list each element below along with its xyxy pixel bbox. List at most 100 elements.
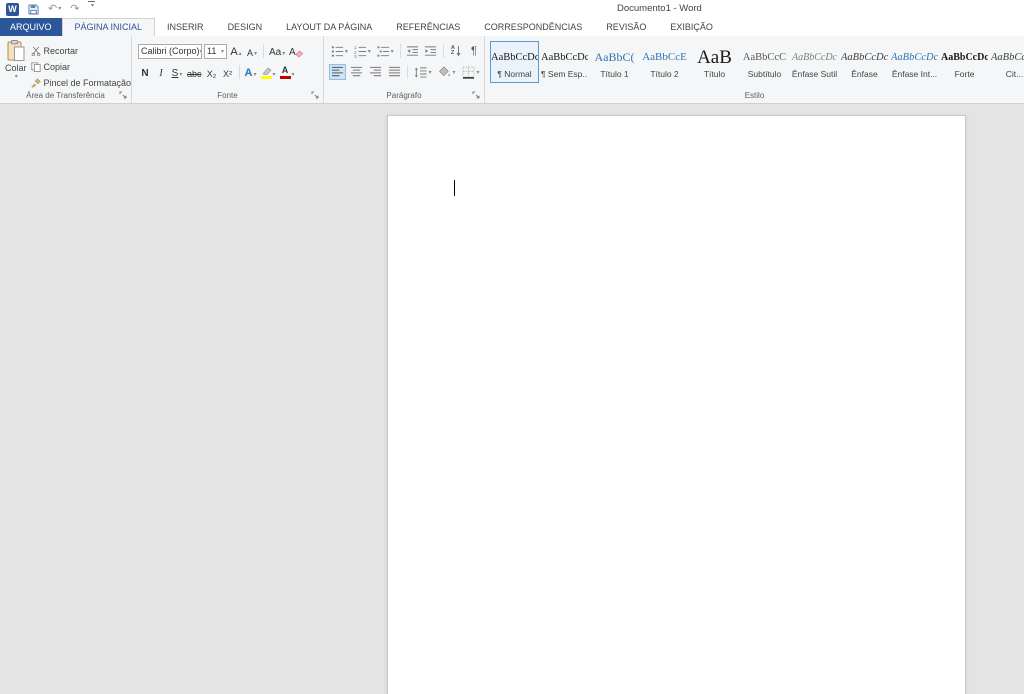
style-no-spacing[interactable]: AaBbCcDc ¶ Sem Esp... bbox=[540, 41, 589, 83]
numbering-button[interactable]: 1 2 3 ▾ bbox=[352, 43, 373, 59]
paragraph-dialog-launcher[interactable] bbox=[471, 90, 482, 101]
subscript-button[interactable]: X₂ bbox=[205, 65, 219, 80]
title-bar: W ↶ ▾ ↷ ▾ Documento1 - Word bbox=[0, 0, 1024, 18]
style-quote[interactable]: AaBbCcDc Cit... bbox=[990, 41, 1024, 83]
tab-review[interactable]: REVISÃO bbox=[594, 18, 658, 36]
undo-icon: ↶ bbox=[48, 2, 58, 15]
bullets-button[interactable]: ▾ bbox=[329, 43, 350, 59]
tab-references[interactable]: REFERÊNCIAS bbox=[384, 18, 472, 36]
change-case-caret-icon: ▾ bbox=[282, 50, 286, 57]
style-title[interactable]: AaB Título bbox=[690, 41, 739, 83]
change-case-button[interactable]: Aa ▾ bbox=[268, 44, 286, 59]
sort-button[interactable]: A Z bbox=[448, 43, 464, 59]
redo-button[interactable]: ↷ bbox=[70, 1, 79, 17]
borders-caret-icon: ▾ bbox=[476, 69, 480, 76]
strikethrough-button[interactable]: abc bbox=[186, 65, 203, 80]
redo-icon: ↷ bbox=[70, 2, 80, 15]
paragraph-group-label: Parágrafo bbox=[386, 91, 422, 100]
clipboard-dialog-launcher[interactable] bbox=[118, 90, 129, 101]
word-app-icon[interactable]: W bbox=[6, 2, 19, 16]
font-group-label: Fonte bbox=[217, 91, 238, 100]
align-left-button[interactable] bbox=[329, 64, 346, 80]
line-spacing-icon bbox=[415, 66, 428, 78]
font-color-caret-icon: ▾ bbox=[291, 71, 295, 78]
style-subtle-emphasis[interactable]: AaBbCcDc Ênfase Sutil bbox=[790, 41, 839, 83]
cut-button[interactable]: Recortar bbox=[31, 44, 132, 57]
style-strong[interactable]: AaBbCcDc Forte bbox=[940, 41, 989, 83]
format-painter-button[interactable]: Pincel de Formatação bbox=[31, 76, 131, 89]
font-name-select[interactable]: Calibri (Corpo) ▾ bbox=[138, 43, 202, 59]
pilcrow-icon: ¶ bbox=[470, 44, 477, 57]
justify-icon bbox=[388, 66, 401, 77]
italic-button[interactable]: I bbox=[154, 65, 168, 80]
font-name-value: Calibri (Corpo) bbox=[141, 46, 200, 56]
bold-button[interactable]: N bbox=[138, 65, 152, 80]
line-spacing-button[interactable]: ▾ bbox=[412, 64, 434, 80]
paste-dropdown-caret[interactable]: ▾ bbox=[15, 73, 18, 80]
svg-text:3: 3 bbox=[354, 54, 357, 58]
shading-bucket-icon bbox=[439, 65, 451, 76]
font-size-select[interactable]: 11 ▾ bbox=[204, 43, 227, 59]
copy-button[interactable]: Copiar bbox=[30, 60, 132, 73]
clipboard-group-label: Área de Transferência bbox=[26, 91, 105, 100]
superscript-button[interactable]: X² bbox=[221, 65, 235, 80]
grow-font-arrow-icon: ▴ bbox=[238, 50, 242, 57]
tab-insert[interactable]: INSERIR bbox=[155, 18, 216, 36]
font-dialog-launcher[interactable] bbox=[310, 90, 321, 101]
style-heading-2[interactable]: AaBbCcE Título 2 bbox=[640, 41, 689, 83]
clear-formatting-button[interactable]: A bbox=[288, 44, 304, 59]
underline-button[interactable]: S ▾ bbox=[170, 65, 184, 80]
decrease-indent-button[interactable] bbox=[405, 43, 421, 59]
customize-quick-access-button[interactable]: ▾ bbox=[88, 1, 96, 17]
separator bbox=[399, 44, 401, 58]
align-right-button[interactable] bbox=[367, 64, 384, 80]
align-center-button[interactable] bbox=[348, 64, 365, 80]
increase-indent-button[interactable] bbox=[423, 43, 439, 59]
svg-text:A: A bbox=[289, 47, 296, 58]
highlighter-pen-icon bbox=[261, 67, 271, 75]
format-painter-icon bbox=[31, 77, 41, 87]
font-name-caret-icon: ▾ bbox=[200, 48, 201, 55]
clipboard-icon bbox=[7, 40, 25, 61]
undo-button[interactable]: ↶ ▾ bbox=[48, 1, 61, 17]
document-area[interactable] bbox=[0, 105, 1024, 694]
tab-file[interactable]: ARQUIVO bbox=[0, 18, 62, 36]
style-normal[interactable]: AaBbCcDc ¶ Normal bbox=[490, 41, 539, 83]
style-emphasis[interactable]: AaBbCcDc Ênfase bbox=[840, 41, 889, 83]
shading-caret-icon: ▾ bbox=[452, 69, 456, 76]
document-page[interactable] bbox=[387, 115, 966, 694]
tab-page-layout[interactable]: LAYOUT DA PÁGINA bbox=[274, 18, 384, 36]
cut-label: Recortar bbox=[43, 45, 79, 56]
group-paragraph: ▾ 1 2 3 ▾ ▾ A Z ¶ ▾ ▾ ▾ Parágrafo bbox=[324, 36, 485, 103]
paste-label: Colar bbox=[5, 63, 27, 73]
grow-font-button[interactable]: A ▴ bbox=[229, 44, 243, 59]
tab-home[interactable]: PÁGINA INICIAL bbox=[61, 18, 156, 36]
text-effects-button[interactable]: A ▾ bbox=[244, 65, 258, 80]
font-size-caret-icon: ▾ bbox=[220, 48, 224, 55]
show-formatting-marks-button[interactable]: ¶ bbox=[466, 43, 482, 59]
undo-dropdown-caret[interactable]: ▾ bbox=[58, 6, 61, 12]
multilevel-caret-icon: ▾ bbox=[390, 48, 394, 55]
borders-button[interactable]: ▾ bbox=[460, 64, 482, 80]
tab-mailings[interactable]: CORRESPONDÊNCIAS bbox=[472, 18, 594, 36]
multilevel-list-button[interactable]: ▾ bbox=[375, 43, 396, 59]
paste-button[interactable]: Colar ▾ bbox=[5, 40, 27, 89]
style-subtitle[interactable]: AaBbCcC Subtítulo bbox=[740, 41, 789, 83]
tab-view[interactable]: EXIBIÇÃO bbox=[658, 18, 725, 36]
shrink-font-button[interactable]: A ▾ bbox=[245, 44, 259, 59]
borders-icon bbox=[463, 66, 475, 79]
style-heading-1[interactable]: AaBbC( Título 1 bbox=[590, 41, 639, 83]
highlight-color-bar bbox=[260, 75, 272, 79]
shading-button[interactable]: ▾ bbox=[436, 64, 458, 80]
style-intense-emphasis[interactable]: AaBbCcDc Ênfase Int... bbox=[890, 41, 939, 83]
sort-arrow-icon bbox=[456, 45, 461, 56]
bullets-caret-icon: ▾ bbox=[344, 48, 348, 55]
font-size-value: 11 bbox=[207, 46, 217, 56]
separator bbox=[442, 44, 444, 58]
justify-button[interactable] bbox=[386, 64, 403, 80]
save-button[interactable] bbox=[28, 1, 39, 17]
font-color-button[interactable]: A ▾ bbox=[279, 65, 296, 80]
text-highlight-button[interactable]: ▾ bbox=[260, 65, 277, 80]
dialog-launcher-icon bbox=[119, 91, 127, 99]
tab-design[interactable]: DESIGN bbox=[216, 18, 275, 36]
